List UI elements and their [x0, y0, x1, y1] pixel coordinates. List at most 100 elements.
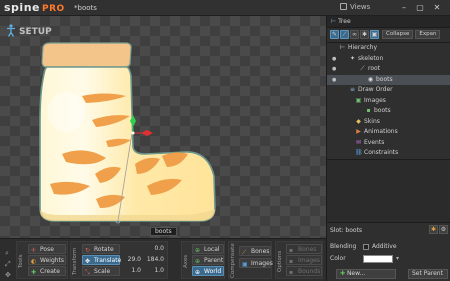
tree-item-label: boots: [374, 107, 391, 114]
translate-tool-button[interactable]: ✥ Translate: [82, 255, 121, 265]
minimize-button[interactable]: –: [398, 2, 410, 13]
rotate-tool-button[interactable]: ↻ Rotate: [82, 244, 120, 254]
tree-item-images[interactable]: ▣ Images: [327, 96, 450, 107]
color-swatch[interactable]: [363, 255, 393, 263]
logo-edition: PRO: [41, 4, 65, 14]
compensate-group: Compensate ⟋ Bones ▣ Images: [228, 241, 273, 279]
image-tool-icon[interactable]: ▣: [370, 30, 379, 39]
tree-item-boots-image[interactable]: ▪ boots: [327, 106, 450, 117]
views-icon: [340, 3, 347, 10]
new-button[interactable]: ✚ New...: [336, 269, 396, 279]
tree-item-root[interactable]: ● ⟋ root: [327, 64, 450, 75]
bones-toggle-icon: ▪: [289, 247, 294, 254]
scale-y-value[interactable]: 1.0: [146, 266, 164, 275]
tree-panel: ⊢ Tree ✎ ⟋ ∞ ✱ ▣ Collapse Expan ⊢ Hierarchy ● ✦…: [326, 16, 450, 281]
scale-icon: ⤡: [85, 269, 90, 276]
set-parent-button[interactable]: Set Parent: [408, 269, 448, 279]
options-bounds-label: Bounds: [298, 268, 321, 275]
translate-y-value[interactable]: 184.0: [146, 255, 164, 264]
options-images-label: Images: [298, 257, 320, 264]
axes-group-title: Axes: [183, 254, 189, 268]
bottom-toolbar: ⌕ ⤢ ✥ Tools ✛ Pose ◐ Weights ✚ Create Trans…: [0, 238, 326, 281]
tree-item-skins[interactable]: ◆ Skins: [327, 117, 450, 128]
tree-item-boots-slot[interactable]: ● ◉ boots: [327, 74, 450, 86]
slot-icon: ◉: [367, 75, 374, 83]
axes-group: Axes ⊕ Local ⊕ Parent ⊕ World: [181, 241, 225, 279]
tab-tree[interactable]: ⊢ Tree: [327, 16, 450, 28]
visibility-dot-icon[interactable]: ●: [332, 75, 336, 86]
axes-world-button[interactable]: ⊕ World: [192, 266, 224, 276]
transform-group-title: Transform: [72, 247, 78, 275]
visibility-dot-icon[interactable]: ●: [332, 54, 336, 65]
options-group: Options ▪ Bones ▪ Images ▪ Bounds: [275, 241, 323, 279]
tools-group: Tools ✛ Pose ◐ Weights ✚ Create: [16, 241, 68, 279]
collapse-button[interactable]: Collapse: [382, 30, 414, 39]
color-picker-icon[interactable]: ▾: [396, 254, 399, 264]
visibility-dot-icon[interactable]: ●: [332, 64, 336, 75]
key-icon[interactable]: ✱: [429, 225, 438, 234]
tree-item-label: boots: [376, 75, 393, 83]
tree-item-label: Events: [364, 138, 385, 146]
expand-button[interactable]: Expan: [415, 30, 441, 39]
link-icon[interactable]: ∞: [350, 30, 359, 39]
axes-local-button[interactable]: ⊕ Local: [192, 244, 224, 254]
tree-item-label: root: [368, 65, 381, 72]
create-tool-label: Create: [40, 268, 60, 275]
options-bounds-toggle[interactable]: ▪ Bounds: [286, 266, 322, 276]
options-bones-toggle[interactable]: ▪ Bones: [286, 244, 322, 254]
slot-actions: ✚ New... Set Parent: [330, 269, 448, 279]
slot-title: Slot: boots: [330, 227, 363, 234]
parent-axes-icon: ⊕: [195, 258, 201, 265]
local-axes-icon: ⊕: [195, 247, 201, 254]
hierarchy-icon: ⊢: [339, 44, 346, 51]
zoom-icon[interactable]: ⌕: [5, 249, 14, 257]
tree-item-constraints[interactable]: ⛓Constraints: [327, 148, 450, 159]
pan-icon[interactable]: ✥: [5, 271, 14, 279]
tree-item-label: Draw Order: [358, 86, 393, 93]
compensate-images-button[interactable]: ▣ Images: [239, 258, 273, 268]
close-button[interactable]: ✕: [431, 2, 443, 13]
views-button[interactable]: Views: [340, 3, 370, 11]
settings-icon[interactable]: ⚙: [439, 225, 448, 234]
key-icon[interactable]: ✱: [360, 30, 369, 39]
images-folder-icon: ▣: [355, 96, 362, 104]
boot-glow: [48, 92, 84, 132]
pencil-icon[interactable]: ✎: [330, 30, 339, 39]
bone-tool-icon[interactable]: ⟋: [340, 30, 349, 39]
viewport-canvas[interactable]: SETUP boots: [0, 16, 326, 238]
selected-attachment-label: boots: [150, 227, 177, 236]
scale-tool-button[interactable]: ⤡ Scale: [82, 266, 120, 276]
animations-icon: ▶: [356, 128, 361, 135]
tree-item-skeleton[interactable]: ● ✦ skeleton: [327, 54, 450, 65]
maximize-button[interactable]: ▢: [414, 2, 426, 13]
translate-icon: ✥: [85, 258, 91, 265]
tree-item-hierarchy[interactable]: ⊢ Hierarchy: [327, 43, 450, 54]
boot-cuff: [41, 42, 132, 68]
tree-item-animations[interactable]: ▶ Animations: [327, 127, 450, 138]
tree-item-events[interactable]: ✉ Events: [327, 138, 450, 149]
bone-axis-x-handle[interactable]: [141, 130, 153, 136]
translate-x-value[interactable]: 29.0: [123, 255, 141, 264]
options-images-toggle[interactable]: ▪ Images: [286, 255, 322, 265]
weights-tool-button[interactable]: ◐ Weights: [28, 255, 66, 265]
color-row: Color ▾: [330, 254, 448, 264]
create-tool-button[interactable]: ✚ Create: [28, 266, 66, 276]
additive-checkbox[interactable]: [363, 244, 369, 250]
fit-icon[interactable]: ⤢: [5, 260, 14, 268]
pose-tool-button[interactable]: ✛ Pose: [28, 244, 66, 254]
weights-icon: ◐: [31, 258, 37, 265]
tree-item-draw-order[interactable]: ≡ Draw Order: [327, 85, 450, 96]
create-icon: ✚: [31, 269, 37, 276]
compensate-bones-button[interactable]: ⟋ Bones: [239, 246, 271, 256]
scale-x-value[interactable]: 1.0: [123, 266, 141, 275]
boot-artwork[interactable]: [0, 16, 326, 238]
bones-icon: ⟋: [242, 249, 247, 256]
axes-local-label: Local: [204, 246, 220, 253]
rotate-value[interactable]: 0.0: [146, 244, 164, 253]
axes-parent-button[interactable]: ⊕ Parent: [192, 255, 224, 265]
bone-icon: ⟋: [360, 65, 365, 72]
tree-item-label: Images: [364, 96, 386, 104]
title-bar: spine PRO *boots Views – ▢ ✕: [0, 0, 450, 16]
bone-origin[interactable]: [131, 131, 135, 135]
spine-logo: spine PRO: [4, 1, 65, 14]
